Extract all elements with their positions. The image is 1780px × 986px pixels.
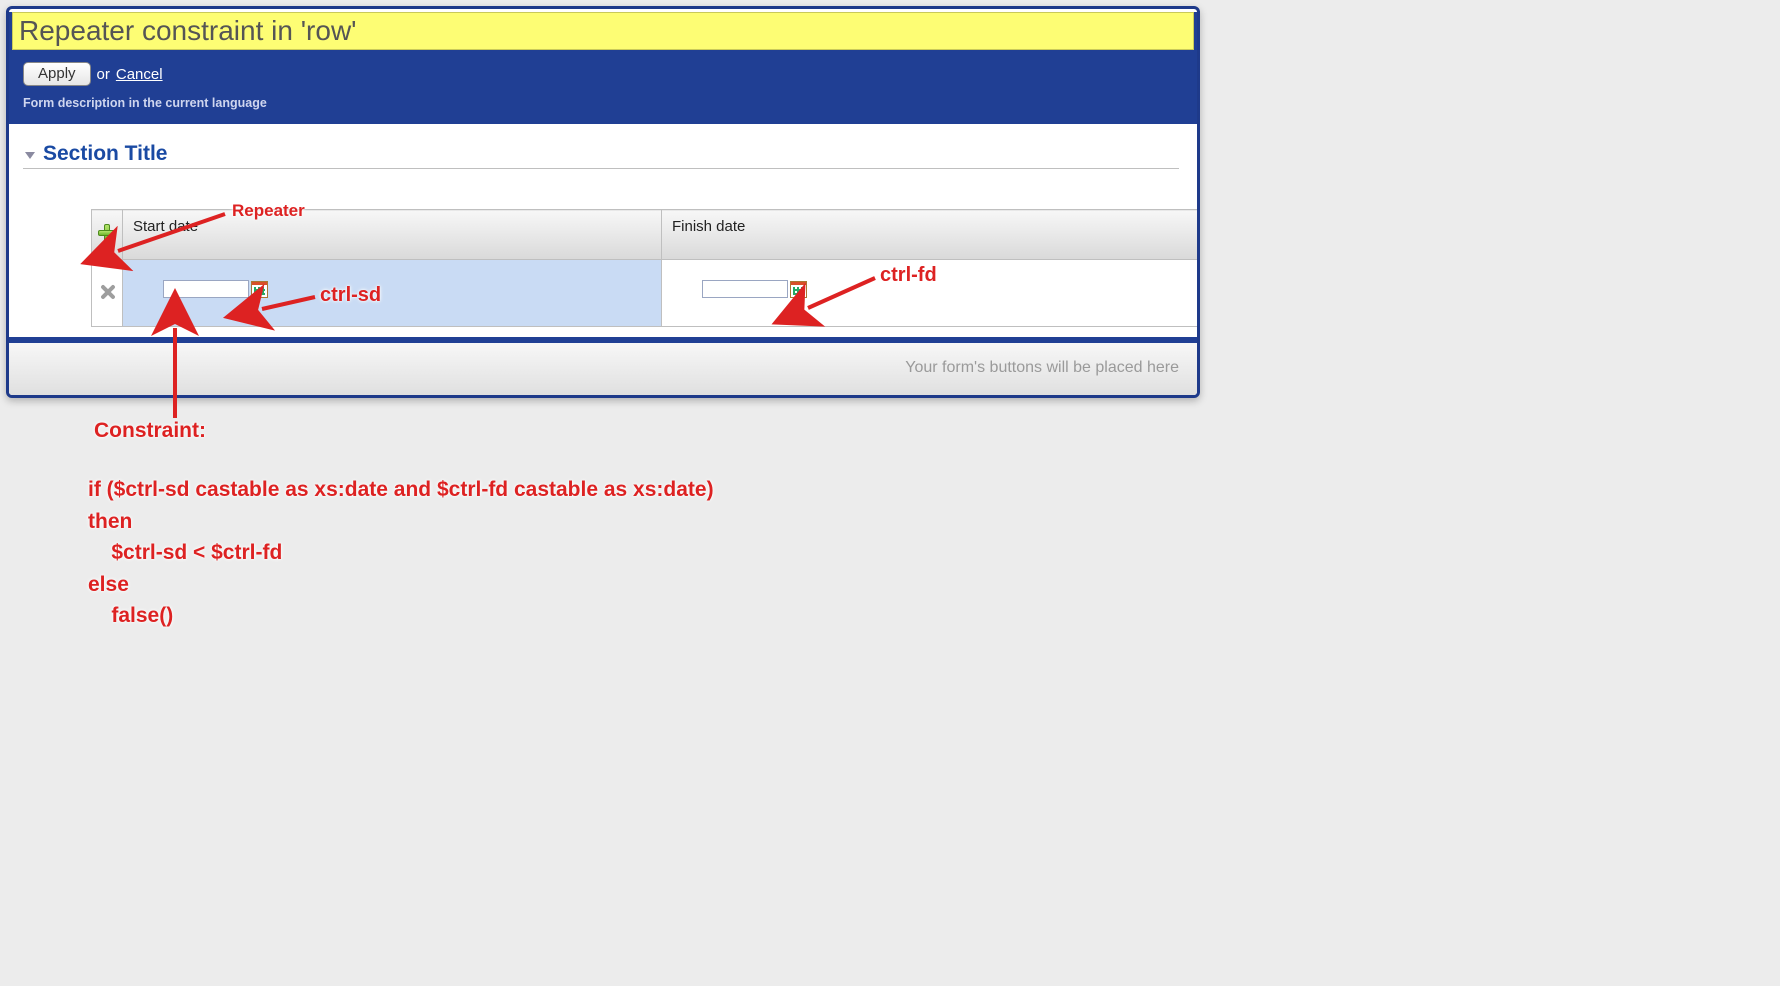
cancel-link[interactable]: Cancel xyxy=(116,66,163,83)
column-header-start[interactable]: Start date xyxy=(123,210,662,260)
section-disclosure-icon[interactable] xyxy=(25,152,35,159)
start-date-cell[interactable] xyxy=(123,260,662,327)
annotation-constraint-code: if ($ctrl-sd castable as xs:date and $ct… xyxy=(88,474,714,632)
apply-button[interactable]: Apply xyxy=(23,62,91,86)
finish-date-cell[interactable] xyxy=(662,260,1201,327)
delete-row-cell[interactable] xyxy=(92,260,123,327)
form-body: Section Title Start date Finish date xyxy=(9,124,1197,337)
add-row-cell[interactable] xyxy=(92,210,123,260)
form-title-input[interactable]: Repeater constraint in 'row' xyxy=(12,12,1194,50)
footer-placeholder: Your form's buttons will be placed here xyxy=(9,343,1197,395)
column-header-finish[interactable]: Finish date xyxy=(662,210,1201,260)
header-banner: Repeater constraint in 'row' Apply or Ca… xyxy=(9,12,1197,124)
calendar-icon[interactable] xyxy=(790,281,807,298)
section-title[interactable]: Section Title xyxy=(43,142,167,166)
table-row xyxy=(92,260,1201,327)
or-label: or xyxy=(97,66,110,83)
plus-icon xyxy=(98,224,116,242)
close-icon xyxy=(99,284,115,300)
start-date-input[interactable] xyxy=(163,280,249,298)
calendar-icon[interactable] xyxy=(251,281,268,298)
repeater-header-row: Start date Finish date xyxy=(92,210,1201,260)
repeater-grid: Start date Finish date xyxy=(91,209,1200,327)
finish-date-input[interactable] xyxy=(702,280,788,298)
form-builder-panel: Repeater constraint in 'row' Apply or Ca… xyxy=(6,6,1200,398)
form-description[interactable]: Form description in the current language xyxy=(23,96,1197,110)
annotation-constraint-label: Constraint: xyxy=(94,419,206,443)
